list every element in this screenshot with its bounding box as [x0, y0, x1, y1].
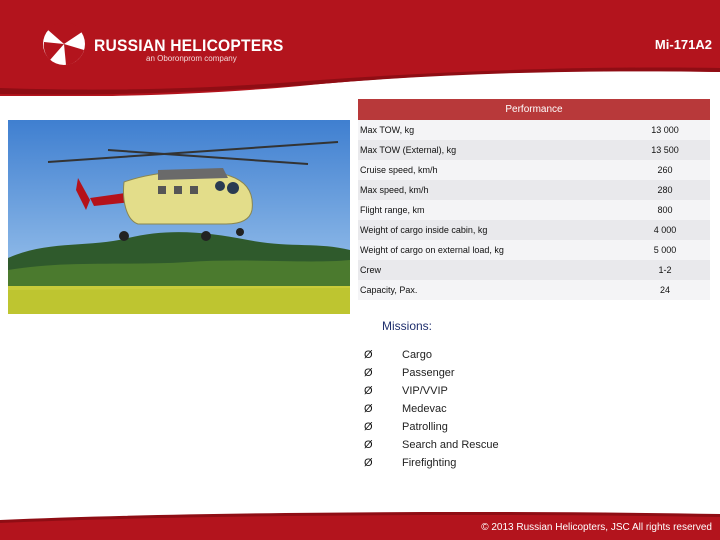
- table-row: Cruise speed, km/h 260: [358, 160, 710, 180]
- spec-value: 13 000: [651, 125, 679, 135]
- helicopter-photo: [8, 120, 350, 314]
- mission-label: Patrolling: [402, 421, 448, 433]
- spec-label: Max TOW (External), kg: [360, 145, 457, 155]
- spec-value: 260: [657, 165, 673, 175]
- spec-label: Max speed, km/h: [360, 185, 429, 195]
- mission-label: VIP/VVIP: [402, 385, 448, 397]
- spec-value: 1-2: [658, 265, 672, 275]
- arrow-bullet-icon: Ø: [364, 421, 373, 433]
- spec-value: 5 000: [653, 245, 677, 255]
- mission-label: Passenger: [402, 367, 455, 379]
- copyright-text: © 2013 Russian Helicopters, JSC All righ…: [481, 522, 712, 533]
- table-row: Flight range, km 800: [358, 200, 710, 220]
- spec-label: Weight of cargo inside cabin, kg: [360, 225, 488, 235]
- list-item: Ø VIP/VVIP: [364, 382, 499, 400]
- spec-value: 24: [659, 285, 670, 295]
- performance-title: Performance: [358, 99, 710, 120]
- table-row: Capacity, Pax. 24: [358, 280, 710, 300]
- header: RUSSIAN HELICOPTERS an Oboronprom compan…: [0, 0, 720, 96]
- list-item: Ø Patrolling: [364, 418, 499, 436]
- table-row: Max TOW (External), kg 13 500: [358, 140, 710, 160]
- table-row: Weight of cargo inside cabin, kg 4 000: [358, 220, 710, 240]
- list-item: Ø Cargo: [364, 346, 499, 364]
- list-item: Ø Firefighting: [364, 454, 499, 472]
- list-item: Ø Search and Rescue: [364, 436, 499, 454]
- table-row: Max speed, km/h 280: [358, 180, 710, 200]
- arrow-bullet-icon: Ø: [364, 439, 373, 451]
- mission-label: Medevac: [402, 403, 447, 415]
- spec-label: Weight of cargo on external load, kg: [360, 245, 504, 255]
- list-item: Ø Medevac: [364, 400, 499, 418]
- spec-label: Cruise speed, km/h: [360, 165, 438, 175]
- list-item: Ø Passenger: [364, 364, 499, 382]
- mission-label: Cargo: [402, 349, 432, 361]
- mission-label: Search and Rescue: [402, 439, 499, 451]
- spec-value: 4 000: [653, 225, 677, 235]
- russian-helicopters-logo-icon: [43, 22, 85, 65]
- spec-label: Max TOW, kg: [360, 125, 415, 135]
- brand-subtitle: an Oboronprom company: [146, 54, 237, 63]
- model-title: Mi-171A2: [654, 37, 712, 52]
- arrow-bullet-icon: Ø: [364, 367, 373, 379]
- performance-table: Performance Max TOW, kg 13 000 Max TOW (Ex…: [358, 99, 710, 300]
- missions-title: Missions:: [382, 319, 433, 333]
- spec-value: 800: [657, 205, 673, 215]
- brand-name: RUSSIAN HELICOPTERS: [94, 36, 284, 55]
- table-row: Weight of cargo on external load, kg 5 00…: [358, 240, 710, 260]
- mission-label: Firefighting: [402, 457, 457, 469]
- table-row: Max TOW, kg 13 000: [358, 120, 710, 140]
- spec-value: 280: [657, 185, 673, 195]
- missions-list: Ø Cargo Ø Passenger Ø VIP/VVIP Ø Medevac Ø Patrol…: [364, 346, 499, 472]
- arrow-bullet-icon: Ø: [364, 385, 373, 397]
- arrow-bullet-icon: Ø: [364, 349, 373, 361]
- arrow-bullet-icon: Ø: [364, 457, 373, 469]
- table-row: Crew 1-2: [358, 260, 710, 280]
- spec-value: 13 500: [651, 145, 679, 155]
- arrow-bullet-icon: Ø: [364, 403, 373, 415]
- spec-label: Flight range, km: [360, 205, 425, 215]
- spec-label: Capacity, Pax.: [360, 285, 418, 295]
- spec-label: Crew: [360, 265, 382, 275]
